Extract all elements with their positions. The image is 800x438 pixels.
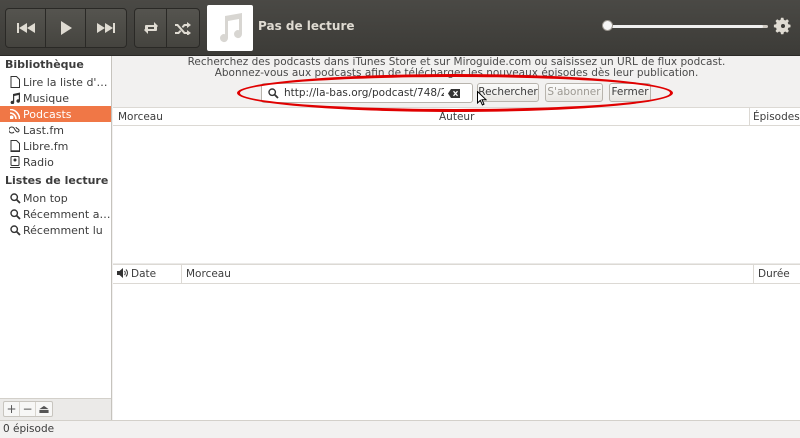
play-icon [60, 21, 72, 35]
cursor-icon [477, 90, 488, 106]
column-track[interactable]: Morceau [118, 111, 163, 123]
column-track[interactable]: Morceau [186, 268, 231, 280]
column-date[interactable]: Date [131, 268, 156, 280]
volume-slider[interactable] [602, 20, 768, 32]
column-playing [117, 268, 128, 281]
play-button[interactable] [46, 9, 87, 47]
podcast-search-bar: Recherchez des podcasts dans iTunes Stor… [113, 56, 800, 107]
album-art [207, 5, 253, 51]
eject-button[interactable]: ⏏ [36, 402, 52, 416]
library-heading: Bibliothèque [5, 58, 84, 71]
status-bar: 0 épisode [0, 420, 800, 438]
search-icon [262, 87, 284, 99]
sidebar-item-queue[interactable]: Lire la liste d'attente [0, 74, 111, 90]
document-icon [9, 76, 21, 88]
feeds-list[interactable] [113, 126, 800, 263]
sidebar-tools: + − ⏏ [3, 401, 53, 417]
volume-knob[interactable] [602, 20, 613, 31]
playback-controls [5, 8, 127, 48]
settings-button[interactable] [773, 16, 793, 36]
sidebar-item-top[interactable]: Mon top [0, 190, 111, 206]
clear-icon[interactable] [444, 88, 464, 98]
column-episodes[interactable]: Épisodes [753, 111, 800, 123]
skip-forward-icon [97, 23, 116, 33]
podcast-url-input[interactable] [284, 87, 444, 99]
now-playing-title: Pas de lecture [258, 19, 355, 33]
search-icon [9, 224, 21, 236]
sidebar-item-label: Radio [23, 155, 54, 169]
column-divider [181, 265, 182, 284]
repeat-button[interactable] [135, 9, 167, 47]
subscribe-button[interactable]: S'abonner [545, 83, 603, 102]
podcast-info-line-2: Abonnez-vous aux podcasts afin de téléch… [214, 67, 699, 79]
shuffle-button[interactable] [167, 9, 199, 47]
repeat-icon [143, 22, 158, 34]
sidebar-item-label: Libre.fm [23, 139, 69, 153]
sidebar-item-label: Mon top [23, 191, 68, 205]
sidebar-item-label: Last.fm [23, 123, 64, 137]
shuffle-icon [175, 22, 191, 35]
sidebar-item-podcasts[interactable]: Podcasts [0, 106, 111, 122]
sidebar-item-lastfm[interactable]: Last.fm [0, 122, 111, 138]
feeds-table-header: Morceau Auteur Épisodes [113, 107, 800, 126]
podcast-search-field[interactable] [261, 83, 473, 103]
lastfm-icon [9, 124, 21, 136]
sidebar-item-radio[interactable]: Radio [0, 154, 111, 170]
music-note-icon [220, 13, 243, 43]
sidebar-item-label: Musique [23, 91, 69, 105]
mouse-cursor [477, 90, 488, 109]
previous-button[interactable] [6, 9, 47, 47]
volume-fill [606, 25, 764, 28]
sidebar-item-librefm[interactable]: Libre.fm [0, 138, 111, 154]
search-icon [9, 192, 21, 204]
sidebar-item-recently-added[interactable]: Récemment ajoutés [0, 206, 111, 222]
main-toolbar: Pas de lecture [0, 0, 800, 56]
add-playlist-button[interactable]: + [4, 402, 20, 416]
sidebar-item-label: Podcasts [23, 107, 72, 121]
speaker-icon [117, 268, 128, 278]
playlists-heading: Listes de lecture [5, 174, 109, 187]
main-panel: Recherchez des podcasts dans iTunes Stor… [113, 56, 800, 420]
sidebar-item-label: Récemment lu [23, 223, 103, 237]
close-button[interactable]: Fermer [609, 83, 651, 102]
status-text: 0 épisode [3, 423, 55, 435]
document-icon [9, 140, 21, 152]
music-note-icon [9, 92, 21, 104]
sidebar-item-recently-played[interactable]: Récemment lu [0, 222, 111, 238]
column-duration[interactable]: Durée [758, 268, 790, 280]
search-icon [9, 208, 21, 220]
radio-icon [9, 156, 21, 168]
sidebar: Bibliothèque Lire la liste d'attente Mus… [0, 56, 112, 420]
remove-playlist-button[interactable]: − [20, 402, 36, 416]
sidebar-item-label: Récemment ajoutés [23, 207, 111, 221]
sidebar-item-label: Lire la liste d'attente [23, 75, 111, 89]
column-divider [753, 265, 754, 284]
sidebar-footer: + − ⏏ [0, 398, 111, 420]
rss-icon [9, 108, 21, 120]
sidebar-item-music[interactable]: Musique [0, 90, 111, 106]
episodes-table-header: Date Morceau Durée [113, 264, 800, 284]
mode-controls [134, 8, 200, 48]
next-button[interactable] [86, 9, 126, 47]
skip-back-icon [16, 23, 35, 33]
column-author[interactable]: Auteur [439, 111, 474, 123]
gear-icon [773, 17, 791, 35]
column-divider [749, 108, 750, 126]
